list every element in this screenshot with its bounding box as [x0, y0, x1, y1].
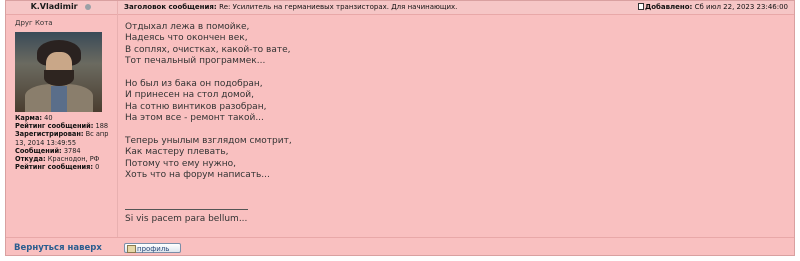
post-footer: Вернуться наверх профиль	[6, 237, 794, 257]
message-line: И принесен на стол домой,	[125, 90, 254, 101]
post-link-icon[interactable]	[637, 3, 644, 10]
signature: Si vis pacem para bellum...	[125, 214, 248, 224]
author-rank: Друг Кота	[15, 19, 53, 27]
stanza-gap	[125, 125, 292, 136]
message-line: На этом все - ремонт такой...	[125, 113, 264, 124]
post-subject: Заголовок сообщения: Re: Усилитель на ге…	[124, 3, 457, 11]
signature-divider	[125, 209, 248, 210]
profile-button-label: профиль	[137, 245, 170, 253]
author-name[interactable]: K.Vladimir	[6, 2, 118, 11]
post-body-panel: Заголовок сообщения: Re: Усилитель на ге…	[118, 1, 794, 237]
profile-icon	[127, 245, 136, 253]
post-container: K.Vladimir Друг Кота Карма: 40 Рейтинг с…	[5, 0, 795, 256]
author-panel: K.Vladimir Друг Кота Карма: 40 Рейтинг с…	[6, 1, 118, 237]
subject-label: Заголовок сообщения:	[124, 3, 217, 11]
stat-posts-rating: Рейтинг сообщений: 188	[15, 122, 109, 131]
added-date: Сб июл 22, 2023 23:46:00	[694, 3, 788, 11]
stat-location: Откуда: Краснодон, РФ	[15, 155, 100, 164]
added-label: Добавлено:	[644, 3, 693, 11]
profile-button[interactable]: профиль	[124, 243, 181, 253]
subject-text: Re: Усилитель на германиевых транзистора…	[219, 3, 458, 11]
stat-message-rating: Рейтинг сообщения: 0	[15, 163, 100, 172]
message-line: Отдыхал лежа в помойке,	[125, 22, 250, 32]
stat-registered: Зарегистрирован: Вс апр 13, 2014 13:49:5…	[15, 130, 109, 147]
message-line: Как мастеру плевать,	[125, 147, 229, 158]
message-line: Тот печальный программек...	[125, 56, 266, 67]
stat-messages: Сообщений: 3784	[15, 146, 81, 155]
message-line: Потому что ему нужно,	[125, 158, 237, 169]
author-name-text[interactable]: K.Vladimir	[31, 2, 78, 11]
back-to-top-link[interactable]: Вернуться наверх	[14, 243, 102, 253]
message-line: На сотню винтиков разобран,	[125, 101, 267, 112]
author-stats: Карма: 40 Рейтинг сообщений: 188 Зарегис…	[15, 114, 119, 171]
message-line: Но был из бака он подобран,	[125, 79, 263, 90]
message-line: Надеясь что окончен век,	[125, 33, 248, 44]
message-line: Хоть что на форум написать...	[125, 170, 270, 181]
stat-karma: Карма: 40	[15, 114, 53, 122]
message-line: В соплях, очистках, какой-то вате,	[125, 44, 291, 55]
message-body: Отдыхал лежа в помойке, Надеясь что окон…	[125, 22, 292, 182]
gender-icon	[85, 3, 92, 10]
post-date: Добавлено: Сб июл 22, 2023 23:46:00	[637, 3, 788, 11]
message-line: Теперь унылым взглядом смотрит,	[125, 136, 292, 147]
stanza-gap	[125, 68, 292, 79]
avatar	[15, 32, 102, 112]
